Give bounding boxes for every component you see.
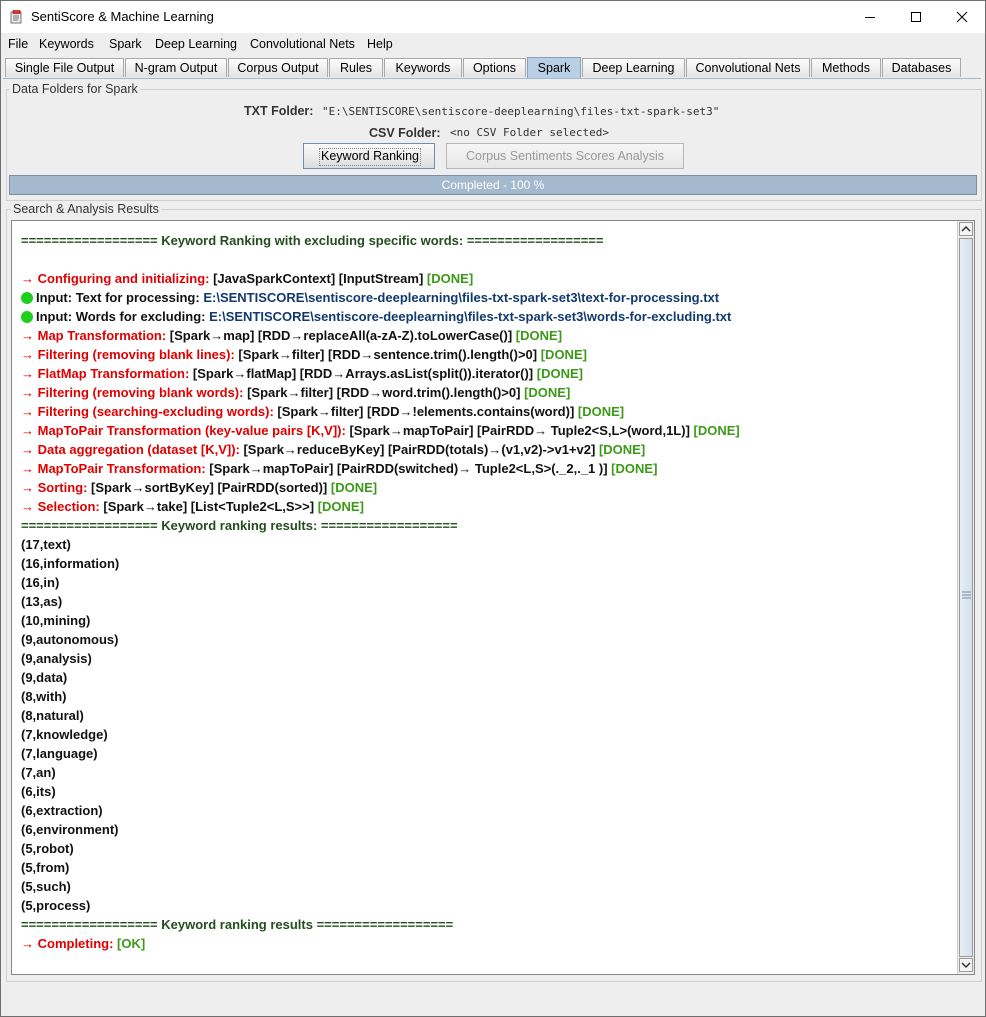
- app-window: SentiScore & Machine Learning File Keywo…: [0, 0, 986, 1017]
- ranking-header: ================== Keyword ranking resul…: [21, 518, 458, 533]
- ranking-item: (7,knowledge): [21, 727, 108, 742]
- progress-bar: Completed - 100 %: [9, 175, 977, 195]
- ranking-item: (5,robot): [21, 841, 74, 856]
- title-bar[interactable]: SentiScore & Machine Learning: [1, 1, 985, 33]
- menu-convolutional-nets[interactable]: Convolutional Nets: [250, 37, 355, 51]
- ranking-item: (5,such): [21, 879, 71, 894]
- close-icon: [956, 11, 968, 23]
- scroll-up-button[interactable]: [959, 222, 973, 236]
- scroll-down-button[interactable]: [959, 958, 973, 972]
- step-maptopair-switch: → MapToPair Transformation: [Spark→mapTo…: [21, 461, 658, 476]
- step-completing: → Completing: [OK]: [21, 936, 146, 951]
- results-text-area[interactable]: ================== Keyword Ranking with …: [11, 220, 975, 975]
- ranking-item: (7,an): [21, 765, 56, 780]
- tab-options[interactable]: Options: [463, 58, 526, 77]
- menu-spark[interactable]: Spark: [109, 37, 142, 51]
- keyword-ranking-label: Keyword Ranking: [319, 148, 421, 166]
- ranking-item: (6,extraction): [21, 803, 103, 818]
- step-input-text: Input: Text for processing: E:\SENTISCOR…: [21, 288, 951, 307]
- ranking-item: (9,data): [21, 670, 68, 685]
- menu-deep-learning[interactable]: Deep Learning: [155, 37, 237, 51]
- ranking-item: (9,autonomous): [21, 632, 119, 647]
- minimize-button[interactable]: [847, 1, 893, 33]
- txt-folder-label: TXT Folder:: [244, 104, 314, 118]
- chevron-down-icon: [961, 962, 971, 969]
- ranking-item: (8,with): [21, 689, 67, 704]
- step-flatmap: → FlatMap Transformation: [Spark→flatMap…: [21, 366, 583, 381]
- tab-convolutional-nets[interactable]: Convolutional Nets: [686, 58, 810, 77]
- app-icon: [10, 10, 22, 24]
- maximize-icon: [911, 12, 921, 22]
- menu-bar: File Keywords Spark Deep Learning Convol…: [1, 33, 985, 55]
- menu-keywords[interactable]: Keywords: [39, 37, 94, 51]
- minimize-icon: [865, 17, 875, 18]
- tab-single-file-output[interactable]: Single File Output: [5, 58, 124, 77]
- ranking-item: (7,language): [21, 746, 98, 761]
- tab-ngram-output[interactable]: N-gram Output: [125, 58, 227, 77]
- ranking-item: (5,from): [21, 860, 70, 875]
- tab-methods[interactable]: Methods: [811, 58, 881, 77]
- corpus-sentiment-button[interactable]: Corpus Sentiments Scores Analysis: [446, 143, 684, 169]
- tab-databases[interactable]: Databases: [882, 58, 961, 77]
- results-header: ================== Keyword Ranking with …: [21, 233, 604, 248]
- menu-help[interactable]: Help: [367, 37, 393, 51]
- tab-keywords[interactable]: Keywords: [384, 58, 462, 77]
- tab-deep-learning[interactable]: Deep Learning: [582, 58, 685, 77]
- ranking-item: (6,its): [21, 784, 56, 799]
- window-title: SentiScore & Machine Learning: [31, 9, 214, 24]
- grip-icon: [962, 591, 971, 599]
- ranking-item: (10,mining): [21, 613, 91, 628]
- step-aggregation: → Data aggregation (dataset [K,V]): [Spa…: [21, 442, 646, 457]
- data-folders-title: Data Folders for Spark: [10, 82, 140, 96]
- tab-bar: Single File Output N-gram Output Corpus …: [1, 57, 985, 79]
- results-title: Search & Analysis Results: [11, 202, 161, 216]
- maximize-button[interactable]: [893, 1, 939, 33]
- ranking-item: (9,analysis): [21, 651, 92, 666]
- menu-file[interactable]: File: [8, 37, 28, 51]
- step-filter-words: → Filtering (removing blank words): [Spa…: [21, 385, 571, 400]
- tab-divider: [3, 78, 981, 79]
- step-configuring: → Configuring and initializing: [JavaSpa…: [21, 271, 474, 286]
- ranking-item: (17,text): [21, 537, 71, 552]
- txt-folder-value: "E:\SENTISCORE\sentiscore-deeplearning\f…: [322, 105, 720, 118]
- ranking-footer: ================== Keyword ranking resul…: [21, 917, 454, 932]
- ranking-item: (8,natural): [21, 708, 84, 723]
- status-dot-icon: [21, 311, 33, 323]
- tab-spark[interactable]: Spark: [527, 57, 581, 78]
- scroll-thumb[interactable]: [959, 238, 973, 957]
- keyword-ranking-button[interactable]: Keyword Ranking: [303, 143, 435, 169]
- csv-folder-label: CSV Folder:: [369, 126, 441, 140]
- ranking-item: (6,environment): [21, 822, 119, 837]
- close-button[interactable]: [939, 1, 985, 33]
- step-input-words: Input: Words for excluding: E:\SENTISCOR…: [21, 307, 951, 326]
- step-maptopair-kv: → MapToPair Transformation (key-value pa…: [21, 423, 740, 438]
- step-map: → Map Transformation: [Spark→map] [RDD→r…: [21, 328, 563, 343]
- tab-rules[interactable]: Rules: [329, 58, 383, 77]
- results-content: ================== Keyword Ranking with …: [21, 231, 951, 953]
- csv-folder-value: <no CSV Folder selected>: [450, 126, 609, 139]
- ranking-item: (16,information): [21, 556, 120, 571]
- ranking-item: (13,as): [21, 594, 63, 609]
- step-filter-excluding: → Filtering (searching-excluding words):…: [21, 404, 625, 419]
- ranking-item: (5,process): [21, 898, 91, 913]
- vertical-scrollbar[interactable]: [957, 221, 974, 974]
- status-dot-icon: [21, 292, 33, 304]
- step-filter-lines: → Filtering (removing blank lines): [Spa…: [21, 347, 587, 362]
- chevron-up-icon: [961, 225, 971, 232]
- ranking-item: (16,in): [21, 575, 60, 590]
- step-selection: → Selection: [Spark→take] [List<Tuple2<L…: [21, 499, 364, 514]
- step-sorting: → Sorting: [Spark→sortByKey] [PairRDD(so…: [21, 480, 378, 495]
- tab-corpus-output[interactable]: Corpus Output: [228, 58, 328, 77]
